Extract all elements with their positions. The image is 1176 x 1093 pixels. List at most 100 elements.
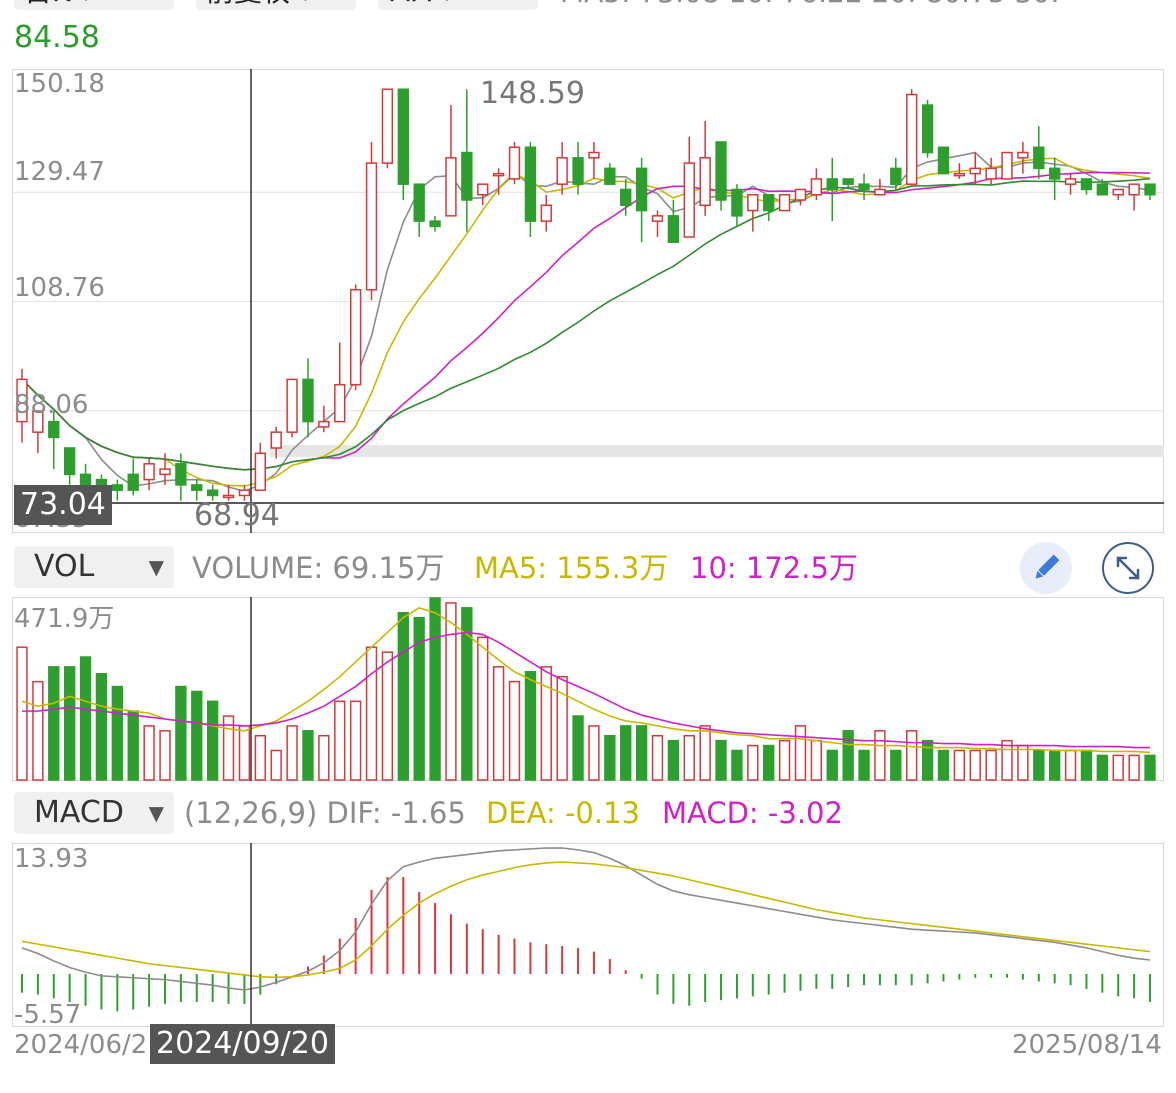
candle-up xyxy=(985,167,997,180)
volume-bar-up xyxy=(477,636,489,781)
volume-y-top-label: 471.9万 xyxy=(14,604,115,634)
volume-bar-down xyxy=(95,673,108,781)
candle-up xyxy=(508,146,521,180)
triangle-down-icon: ▼ xyxy=(148,555,164,579)
volume-bar-down xyxy=(890,749,902,781)
candle-down xyxy=(111,484,123,491)
volume-bar-up xyxy=(159,730,171,781)
volume-bar-down xyxy=(731,749,743,781)
volume-bar-up xyxy=(334,700,346,781)
candle-up xyxy=(1128,183,1140,196)
candle-up xyxy=(477,183,489,196)
candle-down xyxy=(858,183,870,191)
volume-select-label: VOL xyxy=(34,549,95,584)
candle-up xyxy=(318,420,330,428)
volume-bar-up xyxy=(349,700,362,781)
candle-down xyxy=(397,88,409,185)
volume-bar-up xyxy=(1128,754,1140,781)
volume-bar-up xyxy=(906,730,918,781)
candle-down xyxy=(175,463,187,486)
candle-down xyxy=(127,473,139,491)
edit-indicator-button[interactable] xyxy=(1020,542,1072,594)
volume-bar-up xyxy=(874,730,886,781)
candle-up xyxy=(381,88,394,164)
y-tick-label: 108.76 xyxy=(14,273,105,303)
candle-up xyxy=(778,193,791,212)
volume-bar-up xyxy=(318,734,330,781)
macd-y-top-label: 13.93 xyxy=(14,844,89,874)
macd-chart xyxy=(21,843,1151,1027)
candle-up xyxy=(874,188,886,196)
candle-down xyxy=(1033,146,1045,170)
candle-up xyxy=(334,383,346,423)
candle-up xyxy=(794,188,807,201)
volume-bar-down xyxy=(206,700,219,781)
volume-bar-down xyxy=(1033,749,1045,781)
volume-bar-down xyxy=(48,666,60,781)
volume-bar-up xyxy=(969,749,981,781)
volume-bar-down xyxy=(604,734,616,781)
volume-bar-down xyxy=(842,730,854,781)
volume-bar-up xyxy=(492,666,505,781)
volume-ma10-readout: 10: 172.5万 xyxy=(690,551,858,585)
ma30-line xyxy=(21,177,1151,471)
pencil-icon xyxy=(1035,554,1060,579)
volume-bar-up xyxy=(1112,754,1124,781)
volume-bar-down xyxy=(1049,749,1061,781)
volume-bar-up xyxy=(747,744,759,781)
candle-down xyxy=(191,484,203,491)
candle-up xyxy=(365,162,378,291)
volume-bar-up xyxy=(508,680,521,781)
volume-bar-down xyxy=(715,739,727,781)
volume-ma5-readout: MA5: 155.3万 xyxy=(474,551,669,585)
volume-bar-down xyxy=(1144,754,1156,781)
candle-down xyxy=(461,151,473,201)
candle-down xyxy=(921,104,934,154)
volume-bar-up xyxy=(16,646,28,781)
volume-bar-down xyxy=(1080,749,1093,781)
volume-bar-down xyxy=(175,685,187,781)
candlestick-chart xyxy=(12,69,1164,533)
x-axis-end-label: 2025/08/14 xyxy=(1012,1030,1162,1060)
ma20-line xyxy=(21,171,1151,471)
volume-bar-up xyxy=(985,749,997,781)
candle-up xyxy=(969,167,981,175)
candle-down xyxy=(1080,178,1093,191)
expand-chart-button[interactable] xyxy=(1102,542,1154,594)
x-axis-start-label: 2024/06/2 xyxy=(14,1030,148,1060)
candle-down xyxy=(302,378,314,423)
volume-bar-down xyxy=(635,725,648,781)
candle-up xyxy=(810,178,823,196)
macd-select-label: MACD xyxy=(34,795,124,830)
volume-indicator-select[interactable]: VOL ▼ xyxy=(14,546,174,588)
candle-up xyxy=(143,463,155,481)
candle-down xyxy=(413,183,425,222)
candle-up xyxy=(699,157,711,207)
volume-bar-down xyxy=(127,710,139,781)
candle-up xyxy=(953,172,966,177)
volume-bar-up xyxy=(540,666,552,781)
volume-bar-up xyxy=(238,725,251,781)
candle-down xyxy=(1096,183,1109,196)
candle-up xyxy=(906,93,918,185)
macd-indicator-select[interactable]: MACD ▼ xyxy=(14,792,174,834)
macd-dea-readout: DEA: -0.13 xyxy=(486,796,641,830)
candle-down xyxy=(429,220,441,228)
volume-bar-down xyxy=(429,597,441,781)
volume-bar-up xyxy=(143,725,155,781)
volume-bar-up xyxy=(699,725,711,781)
volume-bar-up xyxy=(270,749,282,781)
volume-bar-up xyxy=(778,739,791,781)
volume-bar-up xyxy=(953,749,966,781)
volume-bar-up xyxy=(651,734,664,781)
expand-arrows-icon xyxy=(1116,556,1140,580)
volume-bar-down xyxy=(937,749,950,781)
macd-y-bottom-label: -5.57 xyxy=(14,1000,82,1030)
volume-bar-down xyxy=(1096,754,1109,781)
volume-bar-down xyxy=(397,612,409,781)
candle-up xyxy=(286,378,298,433)
candle-up xyxy=(556,157,568,185)
y-tick-label: 88.06 xyxy=(14,390,89,420)
volume-bar-up xyxy=(32,680,44,781)
y-tick-label: 129.47 xyxy=(14,157,105,187)
